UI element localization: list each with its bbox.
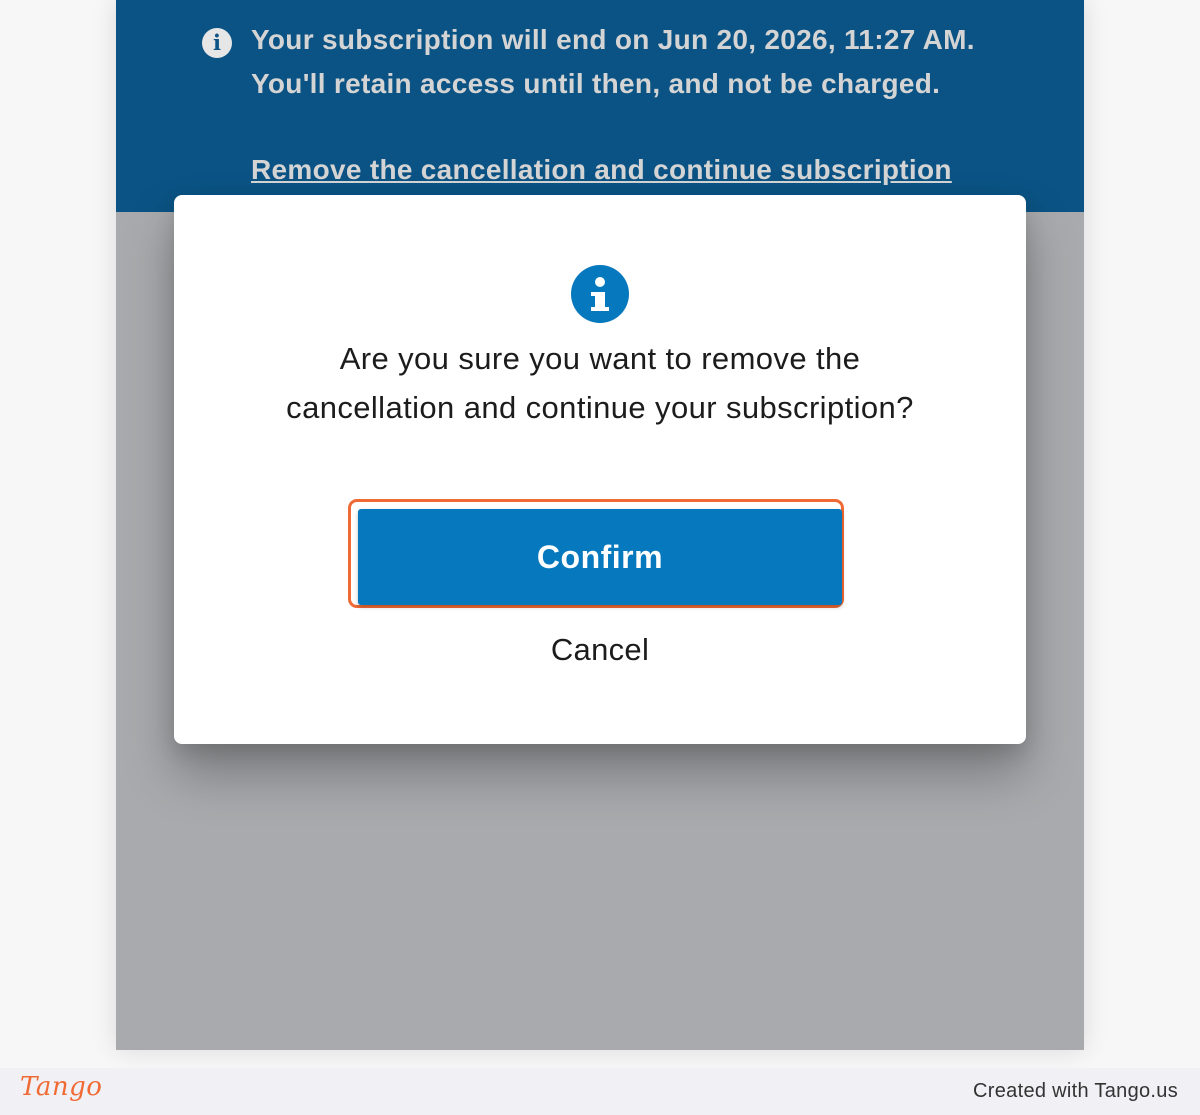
confirmation-dialog: Are you sure you want to remove the canc… [174,195,1026,744]
remove-cancellation-link[interactable]: Remove the cancellation and continue sub… [251,148,952,191]
tango-screenshot: i Your subscription will end on Jun 20, … [0,0,1200,1115]
dialog-message: Are you sure you want to remove the canc… [286,341,914,425]
tango-logo: Tango [20,1072,103,1102]
banner-message: Your subscription will end on Jun 20, 20… [251,24,975,99]
subscription-banner: i Your subscription will end on Jun 20, … [116,0,1084,212]
confirm-button[interactable]: Confirm [358,509,842,605]
cancel-button[interactable]: Cancel [500,625,700,675]
info-icon: i [202,28,232,58]
created-with-label: Created with Tango.us [973,1080,1178,1102]
tango-footer: Tango Created with Tango.us [0,1068,1200,1115]
info-icon [571,265,629,323]
